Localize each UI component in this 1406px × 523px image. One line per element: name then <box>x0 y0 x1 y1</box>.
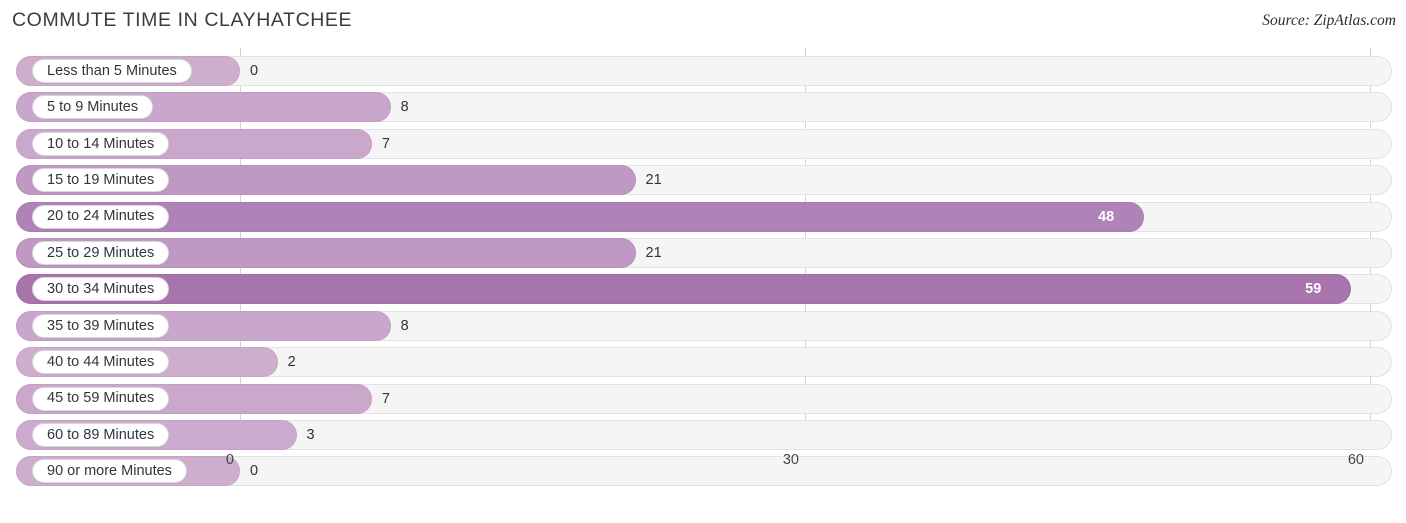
category-label-pill: 30 to 34 Minutes <box>32 277 170 302</box>
category-label-pill: 25 to 29 Minutes <box>32 241 170 265</box>
bar-row[interactable]: 20 to 24 Minutes 48 <box>0 201 1406 232</box>
category-label: 35 to 39 Minutes <box>47 317 155 334</box>
bar-value-label: 7 <box>381 135 390 152</box>
category-label-pill: 20 to 24 Minutes <box>32 204 170 229</box>
category-label-pill: 40 to 44 Minutes <box>32 350 170 375</box>
bar-row[interactable]: 35 to 39 Minutes 8 <box>0 310 1406 341</box>
category-label: 40 to 44 Minutes <box>47 353 155 370</box>
bar-row[interactable]: 25 to 29 Minutes 21 <box>0 238 1406 268</box>
x-tick-label: 60 <box>1347 452 1364 468</box>
plot-area: Less than 5 Minutes 0 5 to 9 Minutes 8 10 to… <box>0 48 1406 488</box>
x-tick-label: 0 <box>225 452 234 468</box>
bar-value-label: 48 <box>1098 208 1115 225</box>
bar-row[interactable]: 10 to 14 Minutes 7 <box>0 128 1406 159</box>
category-label: 15 to 19 Minutes <box>47 171 155 188</box>
category-label: 20 to 24 Minutes <box>47 208 155 225</box>
bar-row[interactable]: 40 to 44 Minutes 2 <box>0 347 1406 378</box>
bar-value-label: 7 <box>381 390 390 407</box>
category-label-pill: 10 to 14 Minutes <box>32 131 170 156</box>
category-label: 10 to 14 Minutes <box>47 135 155 152</box>
bar-value-label: 8 <box>400 99 409 116</box>
x-tick-label: 30 <box>782 452 799 468</box>
page-title: COMMUTE TIME IN CLAYHATCHEE <box>12 9 353 31</box>
bar-value-label: 59 <box>1305 281 1322 298</box>
bar-row[interactable]: 45 to 59 Minutes 7 <box>0 383 1406 414</box>
bar-row[interactable]: 30 to 34 Minutes 59 <box>0 274 1406 305</box>
bar-value-label: 21 <box>645 245 662 261</box>
value-bar[interactable] <box>16 201 1144 232</box>
category-label-pill: 35 to 39 Minutes <box>32 313 170 338</box>
bar-value-label: 0 <box>250 63 259 79</box>
category-label: 30 to 34 Minutes <box>47 281 155 298</box>
bar-value-label: 8 <box>400 317 409 334</box>
category-label-pill: 45 to 59 Minutes <box>32 386 170 411</box>
bar-row[interactable]: 5 to 9 Minutes 8 <box>0 92 1406 123</box>
category-label: Less than 5 Minutes <box>47 62 177 79</box>
category-label-pill: Less than 5 Minutes <box>32 59 192 83</box>
bar-row[interactable]: Less than 5 Minutes 0 <box>0 56 1406 86</box>
source-attribution: Source: ZipAtlas.com <box>1262 12 1396 29</box>
category-label: 45 to 59 Minutes <box>47 390 155 407</box>
category-label-pill: 5 to 9 Minutes <box>32 95 154 120</box>
value-bar[interactable] <box>16 274 1352 305</box>
category-label: 25 to 29 Minutes <box>47 244 155 261</box>
chart-container: COMMUTE TIME IN CLAYHATCHEE Source: ZipA… <box>0 0 1406 523</box>
category-label: 5 to 9 Minutes <box>47 99 139 116</box>
category-label-pill: 15 to 19 Minutes <box>32 168 170 193</box>
bar-row[interactable]: 15 to 19 Minutes 21 <box>0 165 1406 196</box>
bar-value-label: 2 <box>287 354 296 371</box>
bar-value-label: 21 <box>645 172 662 189</box>
x-axis: 0 30 60 <box>0 438 1406 488</box>
